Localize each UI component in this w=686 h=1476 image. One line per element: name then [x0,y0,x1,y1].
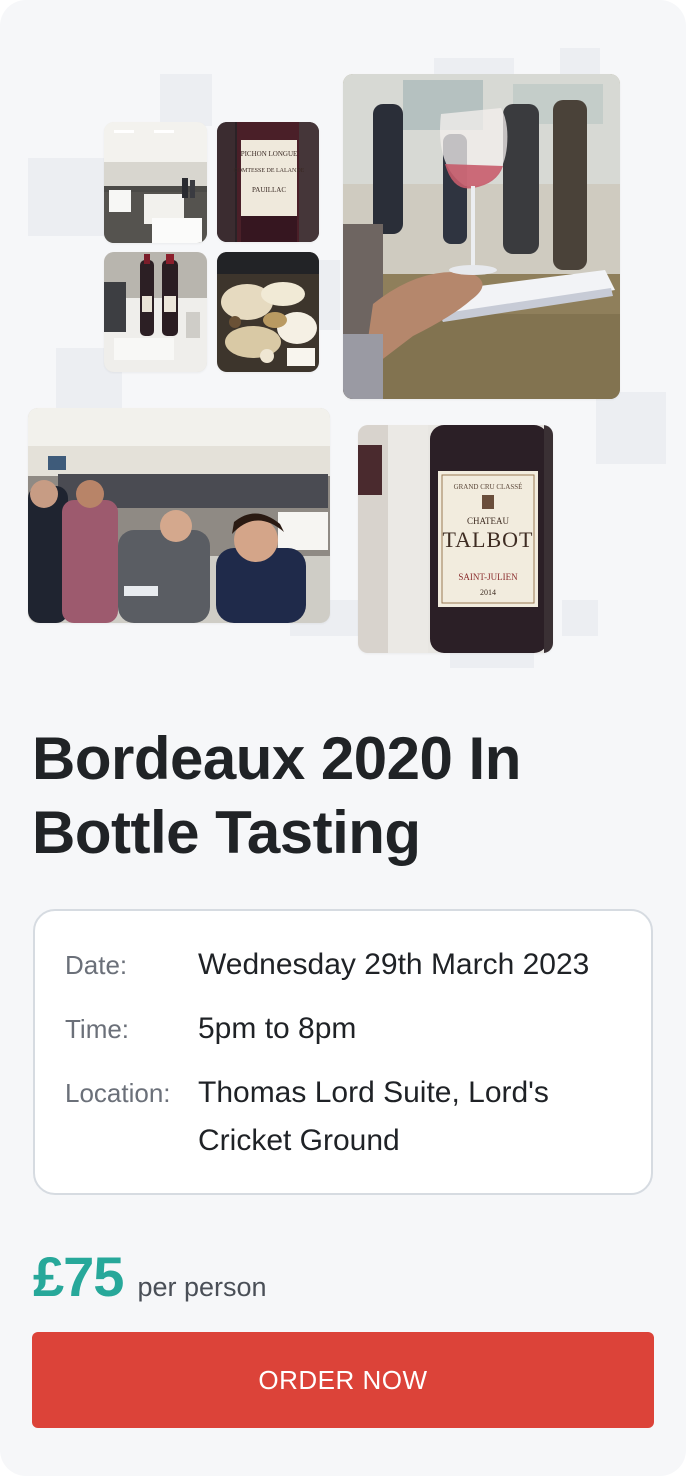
tasting-room-photo [104,122,207,243]
chateau-talbot-bottle-photo: GRAND CRU CLASSÉ CHATEAU TALBOT SAINT-JU… [358,425,553,653]
date-row: Date: Wednesday 29th March 2023 [65,941,631,989]
time-value: 5pm to 8pm [198,1012,357,1045]
crowded-tasting-hall-photo [28,408,330,623]
bottle-label-line2: COMTESSE DE LALANDE [234,168,305,174]
decor-square [562,600,598,636]
date-value: Wednesday 29th March 2023 [198,948,590,981]
bottle-label-line3: PAUILLAC [252,186,286,194]
talbot-label-chateau: CHATEAU [467,516,509,526]
location-value: Thomas Lord Suite, Lord's Cricket Ground [198,1076,549,1157]
wine-glass-notes-photo [343,74,620,399]
talbot-label-year: 2014 [480,588,496,597]
time-label: Time: [65,1014,130,1044]
price-unit: per person [137,1272,267,1302]
talbot-label-region: SAINT-JULIEN [458,572,518,582]
decor-square [160,74,212,126]
bottle-label-line1: PICHON LONGUE [241,150,298,158]
cheese-board-photo [217,252,319,372]
time-row: Time: 5pm to 8pm [65,1005,631,1053]
price-amount: £75 [33,1245,124,1308]
event-card: PICHON LONGUE COMTESSE DE LALANDE PAUILL… [0,0,686,1476]
talbot-label-name: TALBOT [442,527,533,552]
event-details-box: Date: Wednesday 29th March 2023 Time: 5p… [33,909,653,1195]
price-row: £75 per person [33,1244,267,1309]
decor-square [28,158,106,236]
order-now-button[interactable]: ORDER NOW [32,1332,654,1428]
location-label: Location: [65,1078,171,1108]
pichon-lalande-bottle-photo: PICHON LONGUE COMTESSE DE LALANDE PAUILL… [217,122,319,242]
decor-square [596,392,666,464]
event-title: Bordeaux 2020 In Bottle Tasting [32,725,521,866]
date-label: Date: [65,950,128,980]
talbot-label-top: GRAND CRU CLASSÉ [454,483,523,491]
wine-bottles-table-photo [104,252,207,372]
location-row: Location: Thomas Lord Suite, Lord's Cric… [65,1069,631,1165]
